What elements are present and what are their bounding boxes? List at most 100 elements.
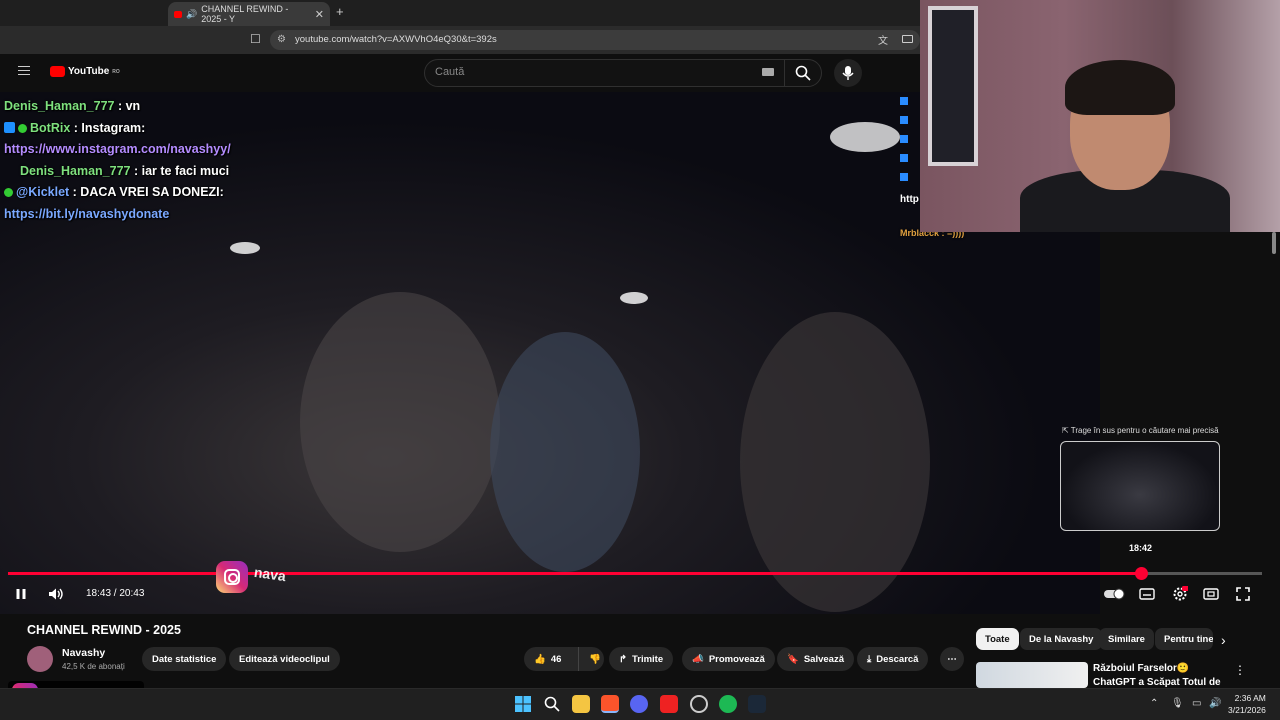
chip-for-you[interactable]: Pentru tine	[1155, 628, 1213, 650]
browser-tab[interactable]: 🔊 CHANNEL REWIND - 2025 - Y ✕	[168, 2, 330, 26]
obs-icon[interactable]	[690, 695, 708, 713]
theater-mode-button[interactable]	[1202, 585, 1220, 603]
like-button[interactable]: 👍 46	[524, 647, 578, 671]
page-scrollbar[interactable]	[1272, 232, 1276, 254]
light-spot	[230, 242, 260, 254]
site-settings-icon[interactable]: ⚙	[277, 34, 286, 45]
cast-icon[interactable]	[902, 35, 913, 43]
settings-button[interactable]	[1171, 585, 1189, 603]
windows-icon	[515, 696, 531, 712]
recommendation-menu-icon[interactable]: ⋮	[1234, 663, 1246, 677]
start-button[interactable]	[514, 695, 532, 713]
fullscreen-icon	[1236, 587, 1250, 601]
system-clock[interactable]: 2:36 AM 3/21/2026	[1228, 692, 1266, 716]
side-chat-badges	[900, 97, 920, 192]
light-spot	[830, 122, 900, 152]
chat-text: : DACA VREI SA DONEZI:	[69, 185, 224, 199]
search-icon	[795, 65, 811, 81]
youtube-favicon-icon	[174, 10, 182, 18]
spotify-icon[interactable]	[719, 695, 737, 713]
person-left	[300, 292, 500, 552]
chat-text: : Instagram:	[70, 120, 146, 135]
discord-icon[interactable]	[630, 695, 648, 713]
gear-icon	[1173, 586, 1188, 601]
menu-icon[interactable]	[18, 66, 30, 75]
share-button[interactable]: ↱ Trimite	[609, 647, 674, 671]
like-count: 46	[550, 653, 562, 665]
seek-preview-thumbnail	[1060, 441, 1220, 531]
subtitles-button[interactable]	[1139, 585, 1155, 603]
chip-label: Toate	[985, 633, 1010, 645]
chip-label: Similare	[1108, 633, 1145, 645]
youtube-logo[interactable]: YouTube RO	[50, 66, 120, 77]
voice-search-button[interactable]	[834, 59, 862, 87]
download-button[interactable]: ⤓ Descarcă	[857, 647, 929, 671]
autoplay-toggle[interactable]	[1104, 585, 1126, 603]
volume-button[interactable]	[47, 585, 65, 603]
save-button[interactable]: 🔖 Salvează	[777, 647, 854, 671]
video-title: CHANNEL REWIND - 2025	[27, 623, 181, 637]
share-icon: ↱	[619, 653, 627, 665]
save-label: Salvează	[803, 653, 844, 665]
search-placeholder: Caută	[435, 66, 465, 78]
address-bar[interactable]: ⚙ youtube.com/watch?v=AXWVhO4eQ30&t=392s	[270, 30, 920, 50]
fullscreen-button[interactable]	[1235, 585, 1251, 603]
youtube-logo-text: YouTube	[68, 66, 110, 77]
microphone-tray-icon[interactable]: 🎙	[1171, 698, 1184, 709]
chat-line: @Kicklet : DACA VREI SA DONEZI:	[4, 182, 264, 204]
autoplay-toggle-icon	[1104, 588, 1125, 600]
pause-button[interactable]	[14, 585, 28, 603]
chip-from-channel[interactable]: De la Navashy	[1020, 628, 1103, 650]
keyboard-icon[interactable]	[762, 68, 774, 76]
stats-button[interactable]: Date statistice	[142, 647, 227, 671]
channel-avatar[interactable]	[27, 646, 53, 672]
taskbar-search-button[interactable]	[543, 695, 561, 713]
progress-bar[interactable]	[8, 572, 1262, 575]
bookmark-icon: 🔖	[787, 653, 799, 665]
dislike-button[interactable]: 👎	[578, 647, 604, 671]
chat-overlay: Denis_Haman_777 : vn BotRix : Instagram:…	[4, 96, 264, 225]
recommendation-thumbnail[interactable]	[976, 662, 1088, 688]
volume-icon	[49, 588, 63, 600]
file-explorer-icon[interactable]	[572, 695, 590, 713]
chip-all[interactable]: Toate	[976, 628, 1019, 650]
search-button[interactable]	[784, 60, 820, 86]
more-actions-button[interactable]: ⋯	[940, 647, 964, 671]
brave-browser-icon[interactable]	[601, 695, 619, 713]
promote-label: Promovează	[708, 653, 765, 665]
chips-next-icon[interactable]: ›	[1221, 632, 1226, 648]
chip-label: Pentru tine	[1164, 633, 1213, 645]
chat-user: Denis_Haman_777	[20, 163, 131, 178]
channel-name[interactable]: Navashy	[62, 647, 105, 659]
close-tab-icon[interactable]: ✕	[315, 8, 324, 21]
translate-icon[interactable]: 文	[878, 32, 888, 47]
pause-icon	[16, 589, 26, 599]
bot-badge-icon	[4, 121, 15, 133]
speaker-tray-icon[interactable]: 🔊	[1209, 698, 1221, 709]
chip-related[interactable]: Similare	[1099, 628, 1154, 650]
badge-icon	[900, 97, 908, 105]
tray-overflow-icon[interactable]: ⌃	[1150, 698, 1158, 709]
bookmark-icon[interactable]: ☐	[250, 32, 261, 46]
download-label: Descarcă	[876, 653, 919, 665]
progress-fill	[8, 572, 1142, 575]
chat-user: Denis_Haman_777	[4, 99, 115, 113]
network-icon[interactable]: ▭	[1192, 698, 1201, 709]
new-tab-button[interactable]: +	[336, 4, 344, 19]
stats-label: Date statistice	[152, 653, 217, 665]
edit-video-button[interactable]: Editează videoclipul	[229, 647, 340, 671]
instagram-icon	[216, 561, 248, 593]
youtube-play-icon	[50, 66, 65, 77]
clock-time: 2:36 AM	[1234, 693, 1266, 703]
region-code: RO	[112, 68, 120, 75]
verified-icon	[18, 123, 27, 133]
video-player-icon[interactable]	[660, 695, 678, 713]
chat-text: : iar te faci muci	[130, 163, 230, 178]
progress-scrubber[interactable]	[1135, 567, 1149, 580]
steam-icon[interactable]	[748, 695, 766, 713]
chat-user: @Kicklet	[16, 185, 70, 199]
promote-button[interactable]: 📣 Promovează	[682, 647, 775, 671]
clock-date: 3/21/2026	[1228, 705, 1266, 715]
download-icon: ⤓	[867, 653, 872, 665]
person-right	[740, 312, 930, 612]
